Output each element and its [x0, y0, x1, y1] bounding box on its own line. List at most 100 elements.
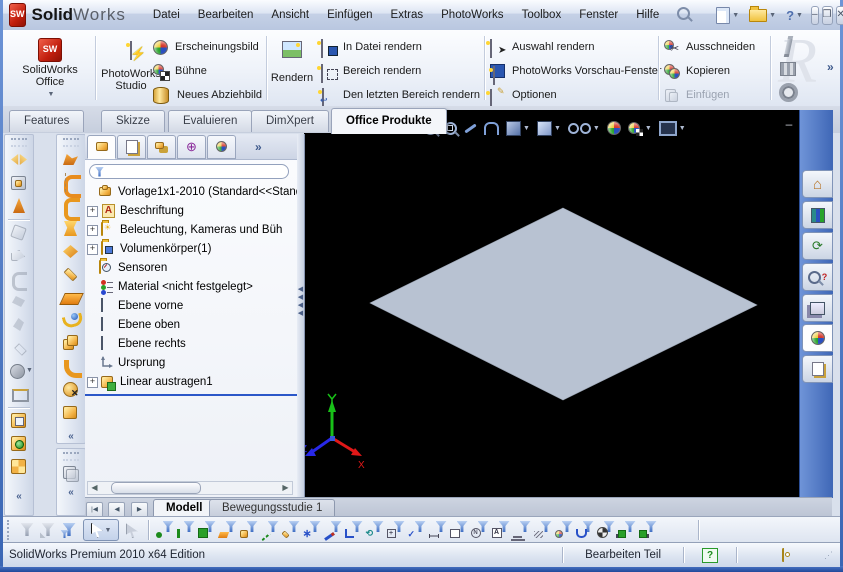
filter-notes-icon[interactable]: N [471, 521, 489, 539]
view-orientation-icon[interactable]: ▼ [506, 121, 530, 136]
menu-einfuegen[interactable]: Einfügen [318, 4, 381, 26]
tab-modell[interactable]: Modell [153, 499, 215, 517]
minimize-button[interactable]: – [811, 6, 819, 25]
cut-button[interactable]: ✂ Ausschneiden [664, 37, 769, 57]
tree-item-ebene-rechts[interactable]: Ebene rechts [87, 335, 186, 353]
file-explorer-button[interactable]: ⟳ [802, 232, 833, 260]
quick-tips-help-icon[interactable]: ? [702, 548, 718, 563]
scrollbar-thumb[interactable] [111, 482, 201, 494]
toolbar-icon[interactable] [9, 457, 29, 477]
configuration-manager-tab[interactable] [147, 135, 176, 159]
scroll-right-icon[interactable]: ▶ [279, 482, 292, 494]
toolbar-icon[interactable] [9, 315, 29, 335]
open-document-button[interactable]: ▼ [746, 7, 779, 24]
filter-faces-icon[interactable] [198, 521, 216, 539]
tab-bewegungsstudie[interactable]: Bewegungsstudie 1 [209, 499, 335, 517]
filter-dimensions-icon[interactable] [429, 521, 447, 539]
search-icon[interactable] [668, 2, 699, 28]
toolbar-icon[interactable] [61, 334, 81, 354]
toolbar-icon[interactable] [9, 434, 29, 454]
toolbar-grip[interactable] [7, 520, 13, 540]
tree-item-ebene-oben[interactable]: Ebene oben [87, 316, 180, 334]
filter-sketch-segments-icon[interactable] [345, 521, 363, 539]
tree-item-material[interactable]: Material <nicht festgelegt> [87, 278, 253, 296]
filter-weld-symbols-icon[interactable] [513, 521, 531, 539]
toolbar-icon[interactable] [61, 196, 81, 216]
hide-show-items-icon[interactable]: ▼ [568, 123, 600, 134]
home-button[interactable]: ⌂ [802, 170, 833, 198]
menu-datei[interactable]: Datei [144, 4, 189, 26]
design-library-button[interactable] [802, 201, 833, 229]
clamp-icon[interactable] [776, 59, 800, 79]
toolbar-icon[interactable] [9, 173, 29, 193]
resize-grip[interactable]: ⋰ [824, 550, 834, 561]
filter-surface-bodies-icon[interactable] [219, 521, 237, 539]
tab-features[interactable]: Features [9, 110, 84, 132]
tree-item-sensoren[interactable]: Sensoren [87, 259, 167, 277]
new-decal-button[interactable]: Neues Abziehbild [153, 85, 268, 105]
toolbar-grip[interactable] [63, 138, 79, 147]
render-selection-button[interactable]: ➤ Auswahl rendern [490, 37, 655, 57]
doc-minimize-button[interactable]: – [780, 117, 798, 131]
search-results-button[interactable]: ? [802, 263, 833, 291]
toolbar-grip[interactable] [11, 138, 27, 147]
toolbar-icon[interactable] [9, 269, 29, 289]
toolbar-grip[interactable] [63, 452, 79, 461]
menu-extras[interactable]: Extras [382, 4, 433, 26]
scene-button[interactable]: Bühne [153, 61, 263, 81]
toolbar-more-chevron[interactable]: « [57, 487, 85, 498]
filter-connection-points-icon[interactable] [618, 521, 636, 539]
magnified-selection-icon[interactable] [124, 521, 142, 539]
filter-planes-icon[interactable] [282, 521, 300, 539]
tree-item-ursprung[interactable]: Ursprung [87, 354, 165, 372]
tree-item-volumenkoerper[interactable]: + Volumenkörper(1) [87, 240, 211, 258]
appearances-scenes-button[interactable] [802, 324, 833, 352]
expand-icon[interactable]: + [87, 244, 98, 255]
edit-appearance-icon[interactable] [607, 121, 621, 135]
toolbar-more-chevron[interactable]: « [57, 431, 85, 442]
previous-view-icon[interactable] [464, 127, 477, 130]
render-to-file-button[interactable]: In Datei rendern [321, 37, 481, 57]
filter-datums-icon[interactable] [555, 521, 573, 539]
filter-centerlines-icon[interactable]: ✓ [408, 521, 426, 539]
close-button[interactable]: ✕ [836, 6, 843, 25]
copy-button[interactable]: Kopieren [664, 61, 769, 81]
menu-photoworks[interactable]: PhotoWorks [432, 4, 512, 26]
apply-scene-icon[interactable]: ▼ [628, 121, 652, 136]
tree-tabs-overflow-button[interactable]: » [255, 140, 262, 154]
filter-annotations-icon[interactable] [450, 521, 468, 539]
dimxpert-manager-tab[interactable]: ⊕ [177, 135, 206, 159]
toolbar-icon[interactable] [61, 311, 81, 331]
menu-fenster[interactable]: Fenster [570, 4, 627, 26]
tab-office-produkte[interactable]: Office Produkte [331, 108, 447, 134]
toolbar-icon[interactable] [61, 173, 81, 193]
clear-all-filters-icon[interactable] [40, 521, 58, 539]
beam-icon[interactable] [776, 36, 800, 56]
preview-window-button[interactable]: PhotoWorks Vorschau-Fenster [490, 61, 655, 81]
bearing-icon[interactable] [776, 82, 800, 102]
toolbar-icon[interactable] [9, 196, 29, 216]
expand-icon[interactable]: + [87, 206, 98, 217]
tree-filter-input[interactable] [89, 164, 289, 179]
maximize-button[interactable]: ❒ [822, 6, 833, 25]
toolbar-icon[interactable] [9, 223, 29, 243]
view-palette-button[interactable] [802, 294, 833, 322]
filter-axes-icon[interactable] [261, 521, 279, 539]
filter-balloons-icon[interactable]: A [492, 521, 510, 539]
toggle-selection-filters-icon[interactable] [19, 521, 37, 539]
filter-midpoints-icon[interactable]: ⟲ [366, 521, 384, 539]
ribbon-overflow-button[interactable]: » [827, 60, 834, 74]
toolbar-icon[interactable] [61, 265, 81, 285]
display-style-icon[interactable]: ▼ [537, 121, 561, 136]
filter-gtol-icon[interactable] [534, 521, 552, 539]
toolbar-icon[interactable] [9, 150, 29, 170]
toolbar-icon[interactable]: ▼ [9, 361, 29, 381]
toolbar-icon[interactable] [61, 150, 81, 170]
tree-horizontal-scrollbar[interactable]: ◀ ▶ [87, 481, 293, 495]
feature-manager-tab[interactable] [87, 135, 116, 159]
toolbar-icon[interactable] [9, 384, 29, 404]
toolbar-icon[interactable]: ✕ [61, 380, 81, 400]
view-settings-icon[interactable]: ▼ [659, 121, 686, 136]
menu-toolbox[interactable]: Toolbox [513, 4, 571, 26]
filter-sketches-icon[interactable] [324, 521, 342, 539]
